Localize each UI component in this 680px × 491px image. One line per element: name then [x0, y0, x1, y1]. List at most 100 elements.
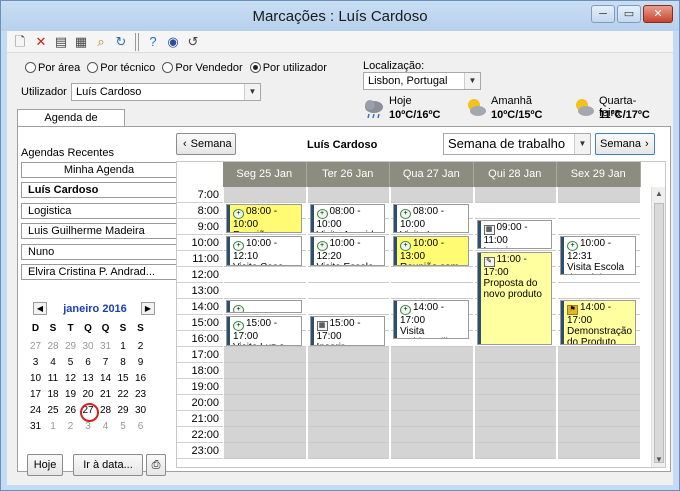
scroll-thumb[interactable] [654, 203, 664, 463]
user-select[interactable]: Luís Cardoso ▼ [71, 83, 261, 101]
calendar-day[interactable]: 2 [132, 339, 149, 355]
minimize-button[interactable]: ─ [591, 5, 615, 23]
calendar-day[interactable]: 16 [132, 371, 149, 387]
title-bar[interactable]: Marcações : Luís Cardoso ─ ▭ ✕ [1, 1, 679, 31]
time-slot[interactable] [307, 363, 389, 379]
time-slot[interactable] [558, 203, 640, 219]
time-slot[interactable] [474, 427, 556, 443]
day-header[interactable]: Qua 27 Jan [390, 162, 474, 187]
calendar-day[interactable]: 14 [97, 371, 114, 387]
radio-por-tecnico[interactable]: Por técnico [87, 62, 155, 74]
location-select[interactable]: Lisbon, Portugal ▼ [363, 72, 481, 90]
maximize-button[interactable]: ▭ [617, 5, 641, 23]
prev-week-button[interactable]: ‹ Semana [176, 133, 236, 155]
calendar-day[interactable]: 11 [45, 371, 62, 387]
scroll-down-icon[interactable]: ▼ [652, 453, 665, 467]
appointment[interactable]: ▦09:00 - 11:00Inserir Relatório do Clien… [476, 220, 552, 250]
today-button[interactable]: Hoje [27, 454, 63, 476]
appointment[interactable]: ⚑ 14:00 - 17:00 Demonstração do Produto [560, 300, 636, 346]
time-slot[interactable] [307, 299, 389, 315]
recent-item[interactable]: Nuno [21, 244, 177, 260]
calendar-day[interactable]: 26 [62, 403, 79, 419]
delete-icon[interactable]: ✕ [33, 34, 49, 50]
day-header[interactable]: Seg 25 Jan [223, 162, 307, 187]
day-header[interactable]: Ter 26 Jan [306, 162, 390, 187]
time-slot[interactable] [224, 379, 306, 395]
time-slot[interactable] [474, 411, 556, 427]
prev-month-button[interactable]: ◀ [33, 302, 47, 315]
time-slot[interactable] [224, 347, 306, 363]
time-slot[interactable] [224, 395, 306, 411]
day-header[interactable]: Sex 29 Jan [557, 162, 641, 187]
time-slot[interactable] [474, 347, 556, 363]
next-week-button[interactable]: Semana › [595, 133, 655, 155]
reload-icon[interactable]: ↺ [185, 34, 201, 50]
time-slot[interactable] [224, 411, 306, 427]
goto-date-button[interactable]: Ir à data... [73, 454, 143, 476]
calendar-day[interactable]: 5 [115, 419, 132, 435]
calendar-day[interactable]: 2 [62, 419, 79, 435]
time-slot[interactable] [474, 363, 556, 379]
time-slot[interactable] [558, 283, 640, 299]
appointment[interactable]: +14:00 - 17:00Visita Gabbanelli [393, 300, 469, 339]
time-slot[interactable] [391, 267, 473, 283]
vertical-scrollbar[interactable]: ▲ ▼ [651, 187, 665, 467]
scroll-up-icon[interactable]: ▲ [652, 187, 665, 201]
time-slot[interactable] [558, 187, 640, 203]
radio-por-utilizador[interactable]: Por utilizador [249, 62, 327, 74]
find-icon[interactable]: ⌕ [93, 34, 109, 50]
appointment[interactable]: +08:00 - 10:00Visita Luz e Som, Lda [393, 204, 469, 234]
appointment[interactable]: +08:00 - 10:00Reunião com os Diretores [226, 204, 302, 234]
time-slot[interactable] [391, 411, 473, 427]
appointment[interactable]: +10:00 - 13:00Reunião com os Diretores [393, 236, 469, 267]
time-slot[interactable] [224, 283, 306, 299]
time-slot[interactable] [558, 411, 640, 427]
table-icon[interactable]: ▤ [53, 34, 69, 50]
calendar-day[interactable]: 30 [80, 339, 97, 355]
appointment[interactable]: +15:00 - 17:00Visita Luz e Som, Lda [226, 316, 302, 347]
day-header[interactable]: Qui 28 Jan [473, 162, 557, 187]
calendar-day[interactable]: 4 [45, 355, 62, 371]
time-slot[interactable] [558, 395, 640, 411]
time-slot[interactable] [391, 347, 473, 363]
time-slot[interactable] [224, 187, 306, 203]
calendar-day[interactable]: 18 [45, 387, 62, 403]
time-slot[interactable] [307, 427, 389, 443]
calendar-day[interactable]: 19 [62, 387, 79, 403]
time-slot[interactable] [558, 219, 640, 235]
chevron-down-icon[interactable]: ▼ [244, 84, 260, 100]
calendar-day[interactable]: 29 [62, 339, 79, 355]
time-slot[interactable] [307, 395, 389, 411]
recent-item[interactable]: Luis Guilherme Madeira [21, 223, 177, 239]
appointment[interactable]: +10:00 - 12:31Visita Escola de Música "O… [560, 236, 636, 275]
appointment[interactable]: +08:00 - 10:00Visita Avenida da Música [309, 204, 385, 234]
calendar-day[interactable]: 31 [27, 419, 44, 435]
appointment[interactable]: +Visita Gabban [226, 300, 302, 314]
time-slot[interactable] [307, 347, 389, 363]
time-slot[interactable] [391, 363, 473, 379]
time-slot[interactable] [558, 363, 640, 379]
calendar-day[interactable]: 7 [97, 355, 114, 371]
calendar-day[interactable]: 6 [132, 419, 149, 435]
grid-icon[interactable]: ▦ [73, 34, 89, 50]
chevron-down-icon[interactable]: ▼ [574, 134, 590, 154]
time-slot[interactable] [558, 347, 640, 363]
time-slot[interactable] [391, 187, 473, 203]
time-slot[interactable] [558, 379, 640, 395]
calendar-day[interactable]: 3 [27, 355, 44, 371]
view-select[interactable]: Semana de trabalho ▼ [443, 133, 591, 155]
new-icon[interactable]: 🗋 [12, 34, 28, 50]
time-slot[interactable] [391, 427, 473, 443]
calendar-day[interactable]: 30 [132, 403, 149, 419]
recent-item[interactable]: Minha Agenda [21, 162, 177, 178]
calendar-day[interactable]: 23 [132, 387, 149, 403]
calendar-day[interactable]: 21 [97, 387, 114, 403]
calendar-day[interactable]: 1 [45, 419, 62, 435]
calendar-day[interactable]: 13 [80, 371, 97, 387]
settings-icon[interactable]: ◉ [165, 34, 181, 50]
appointment[interactable]: ▦15:00 - 17:00Inserir Relatório do Clien… [309, 316, 385, 347]
recent-item[interactable]: Luís Cardoso [21, 182, 177, 198]
calendar-day[interactable]: 6 [80, 355, 97, 371]
close-button[interactable]: ✕ [643, 5, 673, 23]
print-button[interactable]: ⎙ [146, 454, 166, 476]
